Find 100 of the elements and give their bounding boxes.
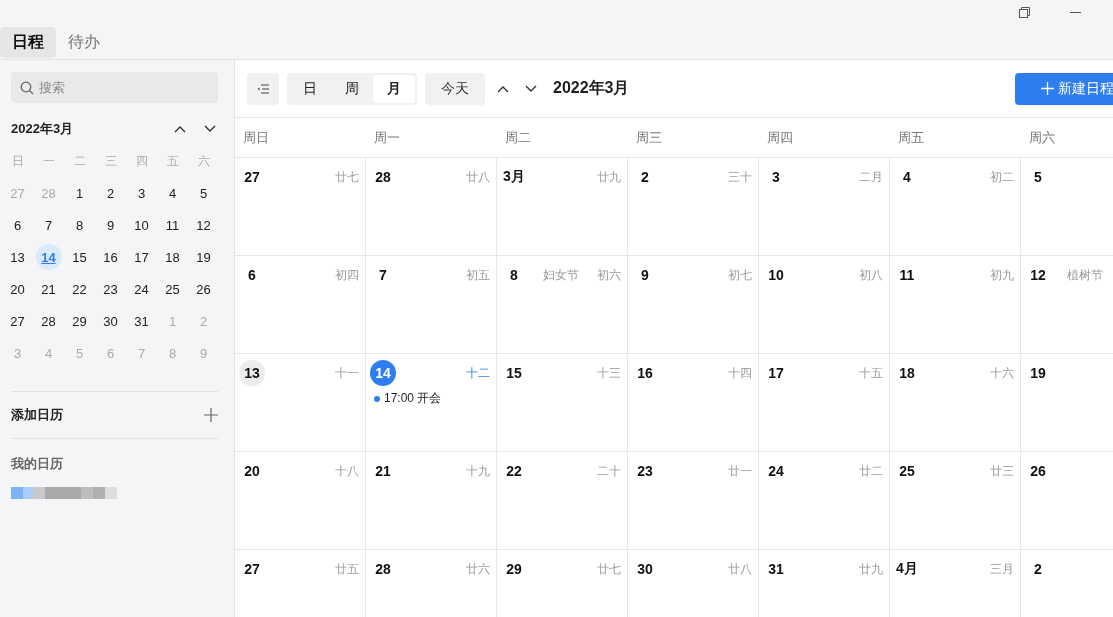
calendar-day[interactable]: 21 bbox=[35, 276, 62, 302]
day-cell[interactable]: 17 十五 bbox=[759, 354, 890, 452]
day-number: 7 bbox=[378, 266, 388, 285]
calendar-day[interactable]: 22 bbox=[66, 276, 93, 302]
day-cell[interactable]: 18 十六 bbox=[890, 354, 1021, 452]
day-number: 11 bbox=[898, 266, 916, 285]
day-number: 15 bbox=[505, 364, 523, 383]
day-number: 2 bbox=[640, 168, 650, 187]
day-cell[interactable]: 25 廿三 bbox=[890, 452, 1021, 550]
day-cell[interactable]: 10 初八 bbox=[759, 256, 890, 354]
calendar-day[interactable]: 12 bbox=[190, 212, 217, 238]
calendar-day[interactable]: 24 bbox=[128, 276, 155, 302]
calendar-day[interactable]: 6 bbox=[4, 212, 31, 238]
day-number: 4 bbox=[902, 168, 912, 187]
calendar-day[interactable]: 15 bbox=[66, 244, 93, 270]
day-number: 26 bbox=[1029, 462, 1047, 481]
day-cell[interactable]: 8 妇女节 初六 bbox=[497, 256, 628, 354]
calendar-day[interactable]: 8 bbox=[66, 212, 93, 238]
calendar-day[interactable]: 20 bbox=[4, 276, 31, 302]
minimize-icon[interactable] bbox=[1070, 11, 1081, 14]
day-cell[interactable]: 12 植树节 bbox=[1021, 256, 1113, 354]
calendar-day[interactable]: 10 bbox=[128, 212, 155, 238]
calendar-day[interactable]: 11 bbox=[159, 212, 186, 238]
day-cell[interactable]: 16 十四 bbox=[628, 354, 759, 452]
calendar-day[interactable]: 19 bbox=[190, 244, 217, 270]
calendar-day[interactable]: 27 bbox=[4, 308, 31, 334]
day-cell[interactable]: 13 十一 bbox=[235, 354, 366, 452]
day-cell[interactable]: 2 三十 bbox=[628, 158, 759, 256]
calendar-day[interactable]: 18 bbox=[159, 244, 186, 270]
search-field[interactable]: 搜索 bbox=[11, 72, 218, 103]
chevron-down-icon[interactable] bbox=[204, 125, 216, 133]
calendar-day[interactable]: 3 bbox=[128, 180, 155, 206]
day-cell[interactable]: 31 廿九 bbox=[759, 550, 890, 617]
day-cell[interactable]: 4 初二 bbox=[890, 158, 1021, 256]
calendar-day[interactable]: 29 bbox=[66, 308, 93, 334]
day-cell[interactable]: 27 廿七 bbox=[235, 158, 366, 256]
day-cell[interactable]: 7 初五 bbox=[366, 256, 497, 354]
calendar-day[interactable]: 31 bbox=[128, 308, 155, 334]
tab[interactable]: 日程 bbox=[0, 26, 56, 58]
view-tab[interactable]: 日 bbox=[289, 74, 331, 103]
lunar-date: 廿八 bbox=[727, 560, 752, 578]
view-tab[interactable]: 月 bbox=[373, 74, 415, 103]
holiday-label: 植树节 bbox=[1067, 266, 1103, 284]
lunar-date: 十一 bbox=[334, 364, 359, 382]
weekday-header: 周五 bbox=[897, 128, 925, 147]
day-cell[interactable]: 28 廿八 bbox=[366, 158, 497, 256]
view-tab[interactable]: 周 bbox=[331, 74, 373, 103]
chevron-up-icon[interactable] bbox=[174, 125, 186, 133]
day-cell[interactable]: 24 廿二 bbox=[759, 452, 890, 550]
day-cell[interactable]: 29 廿七 bbox=[497, 550, 628, 617]
day-cell[interactable]: 20 十八 bbox=[235, 452, 366, 550]
new-event-button[interactable]: 新建日程 bbox=[1015, 72, 1113, 105]
calendar-day[interactable]: 9 bbox=[97, 212, 124, 238]
day-cell[interactable]: 4月 三月 bbox=[890, 550, 1021, 617]
day-number: 9 bbox=[640, 266, 650, 285]
day-cell[interactable]: 19 bbox=[1021, 354, 1113, 452]
lunar-date: 二月 bbox=[858, 168, 883, 186]
tab[interactable]: 待办 bbox=[56, 26, 112, 58]
day-cell[interactable]: 22 二十 bbox=[497, 452, 628, 550]
calendar-day[interactable]: 4 bbox=[159, 180, 186, 206]
calendar-day[interactable]: 30 bbox=[97, 308, 124, 334]
day-cell[interactable]: 14 十二 17:00 开会 bbox=[366, 354, 497, 452]
day-cell[interactable]: 23 廿一 bbox=[628, 452, 759, 550]
calendar-day[interactable]: 2 bbox=[97, 180, 124, 206]
day-number: 29 bbox=[505, 560, 523, 579]
lunar-date: 廿七 bbox=[334, 168, 359, 186]
chevron-up-icon[interactable] bbox=[497, 84, 509, 93]
lunar-date: 初七 bbox=[727, 266, 752, 284]
event-title[interactable]: 17:00 开会 bbox=[384, 390, 442, 407]
day-cell[interactable]: 9 初七 bbox=[628, 256, 759, 354]
day-cell[interactable]: 2 bbox=[1021, 550, 1113, 617]
calendar-day[interactable]: 28 bbox=[35, 308, 62, 334]
day-cell[interactable]: 28 廿六 bbox=[366, 550, 497, 617]
day-cell[interactable]: 5 bbox=[1021, 158, 1113, 256]
calendar-day[interactable]: 1 bbox=[66, 180, 93, 206]
day-cell[interactable]: 26 bbox=[1021, 452, 1113, 550]
calendar-day[interactable]: 13 bbox=[4, 244, 31, 270]
day-cell[interactable]: 30 廿八 bbox=[628, 550, 759, 617]
chevron-down-icon[interactable] bbox=[525, 84, 537, 93]
calendar-day[interactable]: 5 bbox=[190, 180, 217, 206]
calendar-day[interactable]: 26 bbox=[190, 276, 217, 302]
lunar-date: 初二 bbox=[989, 168, 1014, 186]
day-cell[interactable]: 6 初四 bbox=[235, 256, 366, 354]
day-cell[interactable]: 27 廿五 bbox=[235, 550, 366, 617]
restore-icon[interactable] bbox=[1019, 7, 1030, 18]
day-cell[interactable]: 3 二月 bbox=[759, 158, 890, 256]
lunar-date: 初四 bbox=[334, 266, 359, 284]
day-cell[interactable]: 21 十九 bbox=[366, 452, 497, 550]
day-cell[interactable]: 15 十三 bbox=[497, 354, 628, 452]
calendar-day[interactable]: 7 bbox=[35, 212, 62, 238]
day-number: 13 bbox=[239, 360, 265, 386]
day-cell[interactable]: 11 初九 bbox=[890, 256, 1021, 354]
day-cell[interactable]: 3月 廿九 bbox=[497, 158, 628, 256]
weekday-header: 周日 bbox=[242, 128, 270, 147]
collapse-sidebar-button[interactable] bbox=[247, 72, 279, 105]
today-button[interactable]: 今天 bbox=[425, 72, 485, 105]
calendar-day[interactable]: 23 bbox=[97, 276, 124, 302]
calendar-day[interactable]: 17 bbox=[128, 244, 155, 270]
calendar-day[interactable]: 25 bbox=[159, 276, 186, 302]
calendar-day[interactable]: 16 bbox=[97, 244, 124, 270]
